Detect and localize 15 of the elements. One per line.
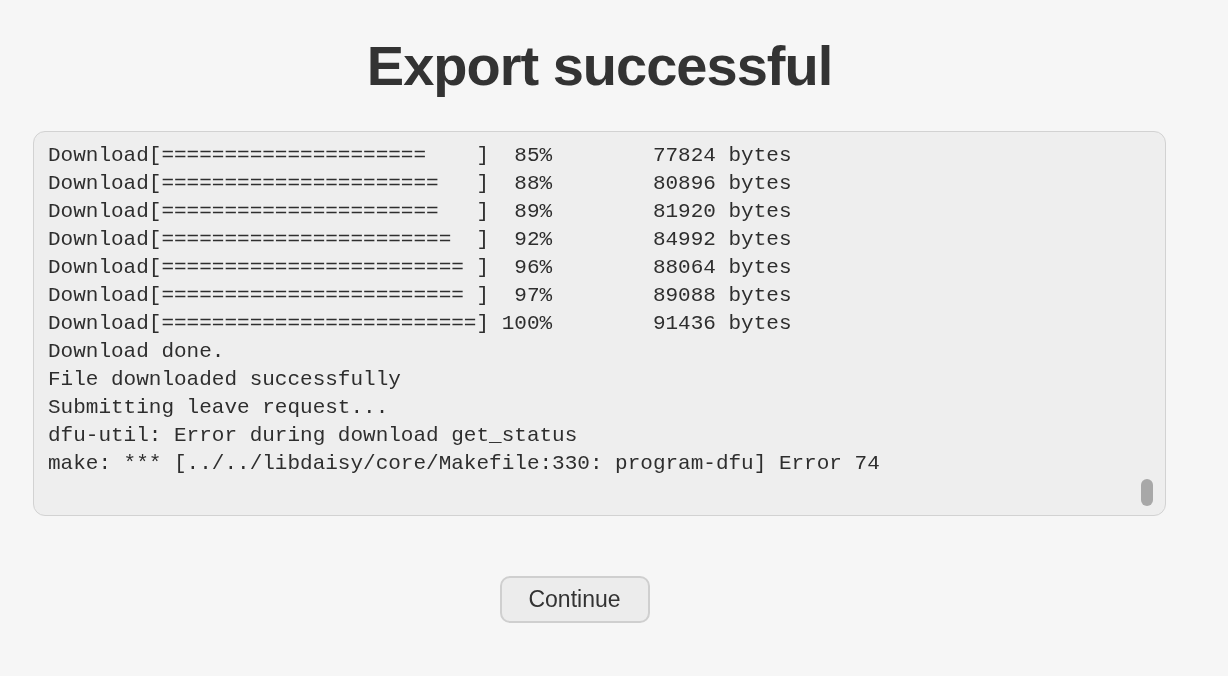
console-line: Download[======================== ] 97% 89088 bytes: [48, 283, 792, 309]
console-line: File downloaded successfully: [48, 367, 401, 393]
dialog-title: Export successful: [366, 33, 833, 99]
continue-button[interactable]: Continue: [499, 576, 650, 623]
console-line: Download done.: [48, 339, 225, 365]
console-line: Download[=========================] 100% 91436 bytes: [48, 311, 792, 337]
console-line: Download[======================== ] 96% 88064 bytes: [48, 255, 792, 281]
scrollbar-thumb[interactable]: [1141, 479, 1153, 506]
console-line: dfu-util: Error during download get_status: [48, 423, 578, 449]
console-line: Download[====================== ] 88% 80896 bytes: [48, 171, 792, 197]
console-line: Download[===================== ] 85% 77824 bytes: [48, 143, 792, 169]
console-line: Download[======================= ] 92% 84992 bytes: [48, 227, 792, 253]
console-line: Submitting leave request...: [48, 395, 389, 421]
console-line: make: *** [../../libdaisy/core/Makefile:330: program-dfu] Error 74: [48, 451, 880, 477]
console-line: Download[====================== ] 89% 81920 bytes: [48, 199, 792, 225]
